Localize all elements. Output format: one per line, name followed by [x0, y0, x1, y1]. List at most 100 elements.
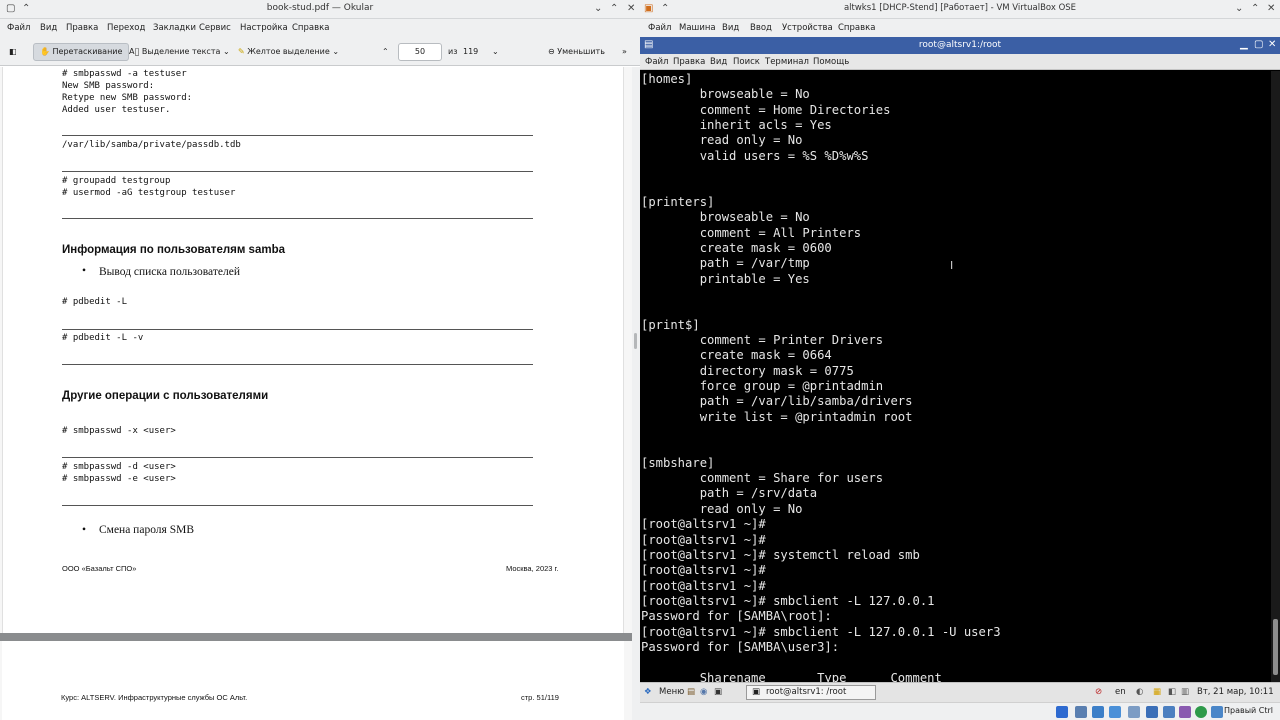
- terminal-line: browseable = No: [641, 87, 810, 102]
- code-divider: [62, 218, 533, 219]
- zoom-out-button[interactable]: ⊖ Уменьшить: [548, 43, 605, 61]
- audio-icon[interactable]: [1092, 706, 1104, 718]
- menu-settings[interactable]: Настройка: [240, 23, 288, 33]
- menu-view[interactable]: Вид: [40, 23, 57, 33]
- terminal-scrollbar[interactable]: [1271, 71, 1280, 682]
- section-heading: Другие операции с пользователями: [62, 390, 269, 402]
- scrollbar-thumb[interactable]: [1273, 619, 1278, 675]
- terminal-titlebar: ▤ root@altsrv1:/root ▁ ▢ ✕: [640, 37, 1280, 54]
- term-menu-help[interactable]: Помощь: [813, 57, 849, 67]
- terminal-line: [printers]: [641, 194, 715, 209]
- start-menu-icon[interactable]: ❖: [644, 687, 652, 697]
- code-block: # pdbedit -L -v: [62, 333, 144, 343]
- usb-icon[interactable]: [1128, 706, 1140, 718]
- page-footer-right: Москва, 2023 г.: [506, 564, 559, 573]
- bullet-text: Вывод списка пользователей: [99, 266, 240, 278]
- code-divider: [62, 135, 533, 136]
- code-divider: [62, 171, 533, 172]
- menu-help[interactable]: Справка: [292, 23, 329, 33]
- terminal-line: [root@altsrv1 ~]# systemctl reload smb: [641, 547, 920, 562]
- term-menu-terminal[interactable]: Терминал: [765, 57, 809, 67]
- next-page-icon[interactable]: ⌄: [492, 43, 499, 61]
- term-menu-search[interactable]: Поиск: [733, 57, 760, 67]
- text-select-tool-button[interactable]: A⃞ Выделение текста ⌄: [129, 43, 230, 61]
- display-icon[interactable]: [1163, 706, 1175, 718]
- overflow-menu-icon[interactable]: »: [622, 43, 627, 61]
- volume-icon[interactable]: ◐: [1136, 687, 1143, 697]
- vbox-menu-help[interactable]: Справка: [838, 23, 875, 33]
- okular-menubar: Файл Вид Правка Переход Закладки Сервис …: [0, 19, 640, 38]
- section-heading: Информация по пользователям samba: [62, 244, 285, 256]
- vbox-menu-view[interactable]: Вид: [722, 23, 739, 33]
- optical-drive-icon[interactable]: [1075, 706, 1087, 718]
- page-number-input[interactable]: 50: [398, 43, 442, 61]
- mouse-integration-icon[interactable]: [1211, 706, 1223, 718]
- term-menu-edit[interactable]: Правка: [673, 57, 705, 67]
- hdd-icon[interactable]: [1056, 706, 1068, 718]
- terminal-line: read only = No: [641, 501, 803, 516]
- okular-window: ▢ ⌃ book-stud.pdf — Okular ⌄ ⌃ ✕ Файл Ви…: [0, 0, 640, 720]
- menu-tools[interactable]: Сервис: [199, 23, 231, 33]
- files-icon[interactable]: ▤: [687, 687, 695, 697]
- document-view[interactable]: # smbpasswd -a testuser New SMB password…: [0, 67, 632, 720]
- menu-bookmarks[interactable]: Закладки: [153, 23, 196, 33]
- document-scrollbar[interactable]: [632, 67, 640, 720]
- code-block: # smbpasswd -x <user>: [62, 426, 176, 436]
- browser-icon[interactable]: ◉: [700, 687, 707, 697]
- vbox-menu-devices[interactable]: Устройства: [782, 23, 833, 33]
- scrollbar-thumb[interactable]: [634, 333, 637, 349]
- notification-icon[interactable]: ▦: [1153, 687, 1161, 697]
- cpu-icon[interactable]: [1195, 706, 1207, 718]
- highlight-tool-button[interactable]: ✎ Желтое выделение ⌄: [238, 43, 339, 61]
- minimize-icon[interactable]: ▁: [1240, 39, 1248, 51]
- close-icon[interactable]: ✕: [627, 3, 635, 15]
- page-total: 119: [463, 47, 479, 56]
- network-icon[interactable]: ⊘: [1095, 687, 1102, 697]
- terminal-line: comment = Share for users: [641, 471, 884, 486]
- terminal-line: comment = All Printers: [641, 225, 862, 240]
- keyboard-layout[interactable]: en: [1115, 687, 1126, 697]
- clock[interactable]: Вт, 21 мар, 10:11: [1197, 687, 1274, 697]
- maximize-icon[interactable]: ▢: [1254, 39, 1263, 51]
- code-divider: [62, 364, 533, 365]
- term-menu-view[interactable]: Вид: [710, 57, 727, 67]
- tray-icon[interactable]: ▥: [1181, 687, 1189, 697]
- shared-folders-icon[interactable]: [1146, 706, 1158, 718]
- close-icon[interactable]: ✕: [1267, 3, 1275, 15]
- zoom-out-icon: ⊖: [548, 47, 558, 56]
- vbox-menu-machine[interactable]: Машина: [679, 23, 716, 33]
- close-icon[interactable]: ✕: [1268, 39, 1276, 51]
- menu-go[interactable]: Переход: [107, 23, 145, 33]
- vbox-menu-input[interactable]: Ввод: [750, 23, 772, 33]
- vbox-statusbar: Правый Ctrl: [640, 702, 1280, 720]
- tray-icon[interactable]: ◧: [1168, 687, 1176, 697]
- vbox-menubar: Файл Машина Вид Ввод Устройства Справка: [640, 19, 1280, 37]
- terminal-line: force group = @printadmin: [641, 379, 884, 393]
- terminal-output[interactable]: [homes] browseable = No comment = Home D…: [640, 71, 1271, 682]
- host-key-label: Правый Ctrl: [1224, 706, 1274, 715]
- minimize-icon[interactable]: ⌄: [594, 3, 602, 15]
- prev-page-icon[interactable]: ⌃: [382, 43, 389, 61]
- browse-tool-button[interactable]: ✋ Перетаскивание: [33, 43, 130, 61]
- terminal-line: printable = Yes: [641, 271, 810, 286]
- vbox-menu-file[interactable]: Файл: [648, 23, 671, 33]
- zoom-out-label: Уменьшить: [557, 47, 605, 56]
- terminal-launcher-icon[interactable]: ▣: [714, 687, 722, 697]
- bullet-dot: •: [82, 524, 87, 536]
- network-adapter-icon[interactable]: [1109, 706, 1121, 718]
- vbox-titlebar: ▣ ⌃ altwks1 [DHCP-Stend] [Работает] - VM…: [640, 0, 1280, 19]
- menu-edit[interactable]: Правка: [66, 23, 98, 33]
- start-menu-button[interactable]: Меню: [659, 687, 684, 697]
- minimize-icon[interactable]: ⌄: [1235, 3, 1243, 15]
- okular-titlebar: ▢ ⌃ book-stud.pdf — Okular ⌄ ⌃ ✕: [0, 0, 640, 19]
- sidebar-toggle-icon[interactable]: ◧: [9, 43, 17, 61]
- term-menu-file[interactable]: Файл: [645, 57, 668, 67]
- maximize-icon[interactable]: ⌃: [1251, 3, 1259, 15]
- vbox-window-title: altwks1 [DHCP-Stend] [Работает] - VM Vir…: [843, 3, 1077, 13]
- chevron-down-icon: ⌄: [332, 47, 340, 56]
- maximize-icon[interactable]: ⌃: [610, 3, 618, 15]
- terminal-window: ▤ root@altsrv1:/root ▁ ▢ ✕ Файл Правка В…: [640, 37, 1280, 682]
- recording-icon[interactable]: [1179, 706, 1191, 718]
- terminal-title: root@altsrv1:/root: [918, 40, 1002, 50]
- menu-file[interactable]: Файл: [7, 23, 30, 33]
